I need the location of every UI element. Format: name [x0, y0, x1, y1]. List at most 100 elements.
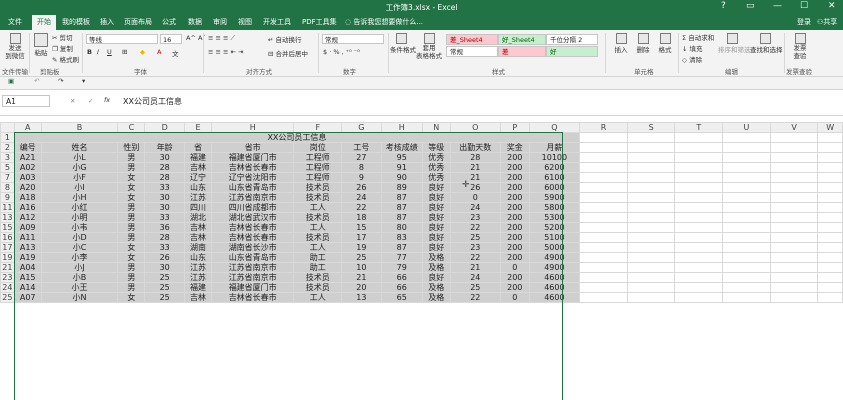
data-cell[interactable]: 24: [449, 272, 501, 283]
cell[interactable]: [674, 172, 724, 183]
data-cell[interactable]: 湖北省武汉市: [210, 212, 295, 223]
data-cell[interactable]: 33: [144, 242, 185, 253]
data-cell[interactable]: 山东省青岛市: [210, 182, 295, 193]
cell[interactable]: [769, 182, 819, 193]
cell[interactable]: [722, 232, 771, 243]
cell[interactable]: [769, 282, 819, 293]
data-cell[interactable]: 辽宁: [184, 172, 212, 183]
data-cell[interactable]: 10100: [528, 152, 581, 163]
data-cell[interactable]: 15: [341, 222, 382, 233]
data-cell[interactable]: 33: [144, 212, 185, 223]
cell[interactable]: [722, 152, 771, 163]
data-cell[interactable]: 工人: [293, 242, 343, 253]
insert-cells-button[interactable]: 插入: [612, 33, 630, 54]
data-cell[interactable]: 小G: [40, 162, 119, 173]
row-header[interactable]: 7: [0, 172, 15, 183]
cell[interactable]: [722, 182, 771, 193]
function-icon[interactable]: fx: [104, 96, 110, 104]
percent-icon[interactable]: $ · % , ⁺⁰ ⁻⁰: [323, 48, 360, 56]
data-cell[interactable]: 良好: [421, 272, 451, 283]
row-header[interactable]: 24: [0, 282, 15, 293]
data-cell[interactable]: 28: [144, 162, 185, 173]
data-cell[interactable]: 0: [499, 262, 530, 273]
cell[interactable]: [769, 152, 819, 163]
cell[interactable]: [626, 252, 676, 263]
data-cell[interactable]: 福建: [184, 152, 212, 163]
data-cell[interactable]: 男: [117, 202, 146, 213]
row-header[interactable]: 19: [0, 252, 15, 263]
data-cell[interactable]: 工人: [293, 202, 343, 213]
data-cell[interactable]: 30: [144, 152, 185, 163]
data-cell[interactable]: 9: [341, 172, 382, 183]
data-cell[interactable]: 福建: [184, 282, 212, 293]
data-cell[interactable]: A15: [13, 272, 42, 283]
data-cell[interactable]: 及格: [421, 262, 451, 273]
data-cell[interactable]: 山东: [184, 182, 212, 193]
tab-view[interactable]: 视图: [238, 17, 252, 27]
cell[interactable]: [817, 272, 843, 283]
font-size-dropdown[interactable]: 16: [160, 34, 182, 44]
data-cell[interactable]: 良好: [421, 182, 451, 193]
row-header[interactable]: 13: [0, 212, 15, 223]
cell[interactable]: [769, 142, 819, 153]
cell[interactable]: [817, 292, 843, 303]
style-bad-sheet4[interactable]: 差_Sheet4: [446, 34, 498, 45]
data-cell[interactable]: 湖南省长沙市: [210, 242, 295, 253]
data-cell[interactable]: 200: [499, 192, 530, 203]
data-cell[interactable]: 江苏省南京市: [210, 272, 295, 283]
tell-me-box[interactable]: ◌ 告诉我您想要做什么...: [345, 17, 423, 27]
cell[interactable]: [579, 242, 628, 253]
data-cell[interactable]: 5300: [528, 212, 581, 223]
cell[interactable]: [626, 282, 676, 293]
data-cell[interactable]: 女: [117, 172, 146, 183]
row-header[interactable]: 3: [0, 152, 15, 163]
data-cell[interactable]: 25: [144, 272, 185, 283]
data-cell[interactable]: 男: [117, 162, 146, 173]
data-cell[interactable]: 200: [499, 242, 530, 253]
data-cell[interactable]: 24: [449, 202, 501, 213]
data-cell[interactable]: 200: [499, 252, 530, 263]
cell[interactable]: [579, 152, 628, 163]
data-cell[interactable]: 19: [341, 242, 382, 253]
data-cell[interactable]: 工程师: [293, 162, 343, 173]
row-header[interactable]: 17: [0, 242, 15, 253]
align-left-icon[interactable]: ≡ ≡ ≡ ⇤ ⇥: [208, 48, 244, 56]
cell[interactable]: [579, 172, 628, 183]
delete-cells-button[interactable]: 删除: [634, 33, 652, 54]
cell[interactable]: [817, 252, 843, 263]
data-cell[interactable]: 200: [499, 172, 530, 183]
data-cell[interactable]: 200: [499, 162, 530, 173]
column-header[interactable]: H: [380, 122, 423, 133]
data-cell[interactable]: 小D: [40, 232, 119, 243]
column-title-cell[interactable]: 出勤天数: [449, 142, 501, 153]
data-cell[interactable]: 良好: [421, 212, 451, 223]
row-header[interactable]: 9: [0, 192, 15, 203]
data-cell[interactable]: 5800: [528, 202, 581, 213]
cell[interactable]: [626, 142, 676, 153]
data-cell[interactable]: 男: [117, 232, 146, 243]
data-cell[interactable]: 25: [341, 252, 382, 263]
cell[interactable]: [817, 212, 843, 223]
style-thousands[interactable]: 千位分隔 2: [546, 34, 598, 45]
data-cell[interactable]: A11: [13, 232, 42, 243]
cell[interactable]: [674, 182, 724, 193]
data-cell[interactable]: 技术员: [293, 192, 343, 203]
data-cell[interactable]: 4600: [528, 292, 581, 303]
column-title-cell[interactable]: 月薪: [528, 142, 581, 153]
data-cell[interactable]: 87: [380, 202, 423, 213]
cell[interactable]: [817, 232, 843, 243]
cell[interactable]: [674, 142, 724, 153]
data-cell[interactable]: 女: [117, 192, 146, 203]
data-cell[interactable]: 83: [380, 232, 423, 243]
row-header[interactable]: 1: [0, 132, 15, 143]
column-header[interactable]: W: [817, 122, 843, 133]
data-cell[interactable]: 及格: [421, 282, 451, 293]
cell[interactable]: [769, 132, 819, 143]
close-button[interactable]: ✕: [828, 1, 836, 11]
data-cell[interactable]: 助工: [293, 262, 343, 273]
tab-data[interactable]: 数据: [188, 17, 202, 27]
format-cells-button[interactable]: 格式: [656, 33, 674, 54]
cell[interactable]: [626, 272, 676, 283]
data-cell[interactable]: 0: [449, 192, 501, 203]
column-header[interactable]: N: [421, 122, 451, 133]
